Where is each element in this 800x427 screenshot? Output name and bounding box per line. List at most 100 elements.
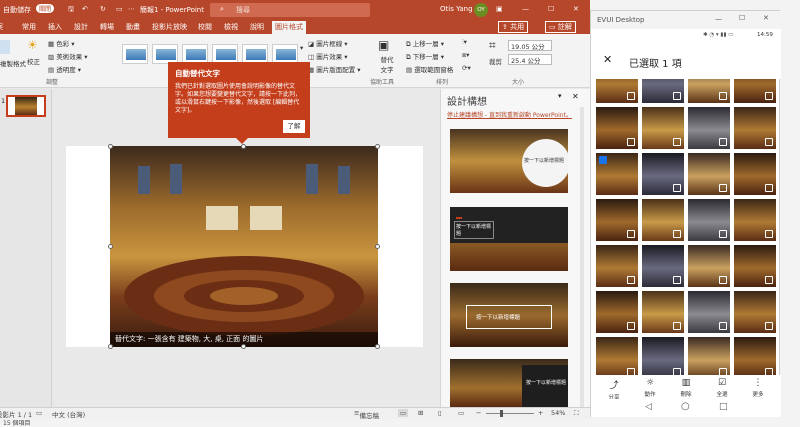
home-icon[interactable]: ○ <box>681 401 690 412</box>
picture-border-button[interactable]: ◪ 圖片框線 ▾ <box>308 38 348 48</box>
rotate-icon[interactable]: ⟳▾ <box>462 64 471 72</box>
photo-thumbnail[interactable] <box>642 107 684 149</box>
photo-thumbnail[interactable] <box>596 337 638 375</box>
redo-icon[interactable]: ↻ <box>100 5 106 13</box>
width-field[interactable]: 25.4 公分 <box>508 54 552 65</box>
checkbox[interactable] <box>765 92 773 100</box>
spellcheck-icon[interactable]: ▭ <box>36 409 42 417</box>
picture-style-3[interactable] <box>182 44 208 64</box>
photo-thumbnail[interactable] <box>596 79 638 103</box>
slideshow-view-icon[interactable]: ▭ <box>458 409 464 417</box>
share-button[interactable]: ⇪ 共用 <box>498 21 529 33</box>
resize-handle[interactable] <box>108 344 113 349</box>
picture-layout-button[interactable]: ▦ 圖片版面配置 ▾ <box>308 64 361 74</box>
photo-thumbnail[interactable] <box>596 199 638 241</box>
transparency-button[interactable]: ▤ 透明度 ▾ <box>48 64 81 74</box>
designer-options-icon[interactable]: ▾ <box>558 92 562 100</box>
resize-handle[interactable] <box>241 344 246 349</box>
checkbox[interactable] <box>719 184 727 192</box>
photo-thumbnail[interactable] <box>734 107 776 149</box>
picture-style-1[interactable] <box>122 44 148 64</box>
tab-transitions[interactable]: 轉場 <box>100 22 114 32</box>
photo-thumbnail[interactable] <box>642 291 684 333</box>
checkbox[interactable] <box>673 92 681 100</box>
zoom-slider[interactable] <box>486 413 534 414</box>
design-idea-4[interactable]: 按一下以新增標題 <box>450 359 568 407</box>
tab-home[interactable]: 常用 <box>22 22 36 32</box>
checkbox[interactable] <box>673 368 681 375</box>
checkbox[interactable] <box>719 368 727 375</box>
undo-icon[interactable]: ↶ <box>82 5 88 13</box>
photo-thumbnail[interactable] <box>734 337 776 375</box>
alt-text-caption[interactable]: 替代文字: 一張含有 建築物, 大, 桌, 正面 的圖片 <box>115 334 263 344</box>
send-backward-button[interactable]: ⧉ 下移一層 ▾ <box>406 51 444 62</box>
photo-thumbnail[interactable] <box>596 291 638 333</box>
zoom-out-icon[interactable]: − <box>476 409 481 417</box>
checkbox[interactable] <box>673 184 681 192</box>
language-status[interactable]: 中文 (台灣) <box>52 409 85 419</box>
tab-review[interactable]: 校閱 <box>198 22 212 32</box>
photo-thumbnail[interactable] <box>642 337 684 375</box>
back-icon[interactable]: ◁ <box>645 402 652 412</box>
recents-icon[interactable]: □ <box>719 402 728 412</box>
color-button[interactable]: ▦ 色彩 ▾ <box>48 38 75 48</box>
delete-action[interactable]: ▥ 刪除 <box>671 378 701 398</box>
height-field[interactable]: 19.05 公分 <box>508 40 552 51</box>
tab-insert[interactable]: 插入 <box>48 22 62 32</box>
photo-thumbnail[interactable] <box>688 153 730 195</box>
share-action[interactable]: ⤴ 分享 <box>599 378 629 401</box>
zoom-slider-thumb[interactable] <box>500 410 503 417</box>
checkbox[interactable] <box>719 322 727 330</box>
close-icon[interactable]: ✕ <box>573 5 579 13</box>
photo-thumbnail[interactable] <box>688 337 730 375</box>
minimize-icon[interactable]: — <box>715 15 722 23</box>
photo-thumbnail[interactable] <box>642 199 684 241</box>
checkbox[interactable] <box>765 138 773 146</box>
group-icon[interactable]: ⧈▾ <box>462 51 469 60</box>
picture-style-5[interactable] <box>242 44 268 64</box>
checked-checkbox[interactable] <box>599 156 607 164</box>
checkbox[interactable] <box>673 276 681 284</box>
photo-thumbnail[interactable] <box>596 245 638 287</box>
tab-picture-format[interactable]: 圖片格式 <box>272 21 306 34</box>
format-painter-label[interactable]: 複製格式 <box>0 58 26 68</box>
crop-label[interactable]: 裁剪 <box>489 56 502 66</box>
action-action[interactable]: ☼ 動作 <box>635 378 665 398</box>
close-icon[interactable]: ✕ <box>763 14 769 22</box>
photo-thumbnail[interactable] <box>642 153 684 195</box>
zoom-in-icon[interactable]: + <box>538 409 543 417</box>
slide-sorter-icon[interactable]: ⊞ <box>418 409 423 417</box>
autosave-toggle[interactable]: 關閉 <box>36 4 55 13</box>
checkbox[interactable] <box>719 230 727 238</box>
present-icon[interactable]: ▭ <box>116 5 123 13</box>
correct-label[interactable]: 校正 <box>27 56 40 66</box>
checkbox[interactable] <box>627 92 635 100</box>
checkbox[interactable] <box>765 368 773 375</box>
tab-slideshow[interactable]: 投影片放映 <box>152 22 187 32</box>
crop-icon[interactable]: ⌗ <box>489 38 496 53</box>
checkbox[interactable] <box>673 138 681 146</box>
maximize-icon[interactable]: ☐ <box>739 14 745 22</box>
stop-suggestions-link[interactable]: 停止建議構想 - 直到我重新啟動 PowerPoint。 <box>447 110 572 119</box>
design-idea-2[interactable]: 按一下以新增標題 <box>450 207 568 271</box>
picture-style-6[interactable] <box>272 44 298 64</box>
slide-picture[interactable]: 替代文字: 一張含有 建築物, 大, 桌, 正面 的圖片 <box>110 146 378 347</box>
checkbox[interactable] <box>765 230 773 238</box>
correct-icon[interactable]: ☀ <box>27 38 38 52</box>
checkbox[interactable] <box>627 276 635 284</box>
photo-thumbnail[interactable] <box>688 199 730 241</box>
align-icon[interactable]: ⫶▾ <box>462 38 467 47</box>
checkbox[interactable] <box>627 322 635 330</box>
designer-scrollbar[interactable] <box>580 107 584 407</box>
reading-view-icon[interactable]: ▯ <box>438 409 442 417</box>
alt-text-icon[interactable]: ▣ <box>378 38 389 52</box>
resize-handle[interactable] <box>108 244 113 249</box>
checkbox[interactable] <box>627 230 635 238</box>
resize-handle[interactable] <box>241 144 246 149</box>
picture-style-4[interactable] <box>212 44 238 64</box>
photo-thumbnail[interactable] <box>642 245 684 287</box>
picture-effects-button[interactable]: ◫ 圖片效果 ▾ <box>308 51 348 61</box>
more-action[interactable]: ⋮ 更多 <box>743 378 773 398</box>
checkbox[interactable] <box>673 230 681 238</box>
designer-close-icon[interactable]: ✕ <box>572 92 579 101</box>
